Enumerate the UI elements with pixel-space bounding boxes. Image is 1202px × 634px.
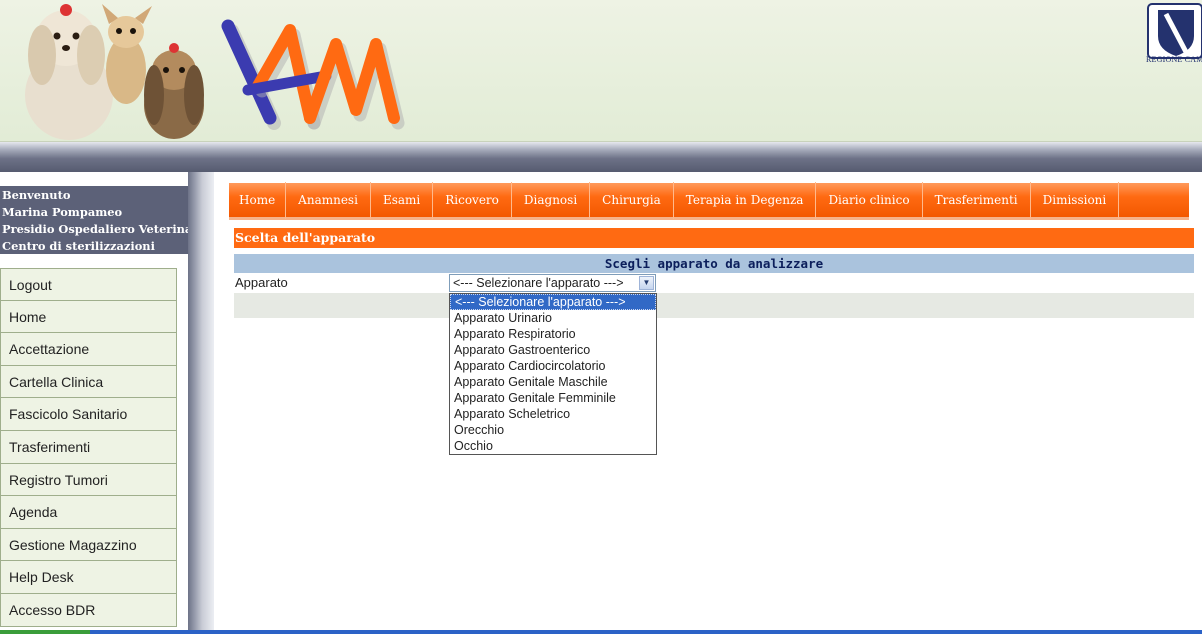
chevron-down-icon[interactable]: ▼ (639, 276, 654, 290)
tab-chirurgia[interactable]: Chirurgia (590, 181, 674, 219)
sidebar-item-gestione-magazzino[interactable]: Gestione Magazzino (0, 528, 177, 562)
tab-anamnesi[interactable]: Anamnesi (286, 181, 371, 219)
main-tab-bar: Home Anamnesi Esami Ricovero Diagnosi Ch… (229, 181, 1189, 220)
sidebar-item-accesso-bdr[interactable]: Accesso BDR (0, 593, 177, 627)
form-row-apparato: Apparato <--- Selezionare l'apparato ---… (234, 273, 1194, 293)
sidebar-item-accettazione[interactable]: Accettazione (0, 333, 177, 366)
option-selezionare[interactable]: <--- Selezionare l'apparato ---> (450, 294, 656, 310)
sidebar-item-home[interactable]: Home (0, 300, 177, 334)
sidebar-item-logout[interactable]: Logout (0, 268, 177, 301)
tab-diario-clinico[interactable]: Diario clinico (816, 181, 923, 219)
sidebar-divider (188, 172, 214, 634)
dogs-photo (25, 4, 204, 140)
tab-dimissioni[interactable]: Dimissioni (1031, 181, 1120, 219)
tab-home[interactable]: Home (229, 181, 287, 219)
welcome-box: Benvenuto Marina Pompameo Presidio Osped… (0, 186, 188, 254)
option-orecchio[interactable]: Orecchio (450, 422, 656, 438)
region-logo-text: REGIONE CAMPANIA (1146, 55, 1202, 64)
option-apparato-genitale-maschile[interactable]: Apparato Genitale Maschile (450, 374, 656, 390)
option-apparato-respiratorio[interactable]: Apparato Respiratorio (450, 326, 656, 342)
tab-ricovero[interactable]: Ricovero (433, 181, 512, 219)
app-header: REGIONE CAMPANIA (0, 0, 1202, 142)
tab-terapia-in-degenza[interactable]: Terapia in Degenza (674, 181, 817, 219)
tab-trasferimenti[interactable]: Trasferimenti (923, 181, 1031, 219)
sidebar-menu: Logout Home Accettazione Cartella Clinic… (0, 268, 177, 627)
taskbar-edge (90, 630, 1202, 634)
tab-diagnosi[interactable]: Diagnosi (512, 181, 591, 219)
sidebar-item-registro-tumori[interactable]: Registro Tumori (0, 463, 177, 497)
apparato-select-value: <--- Selezionare l'apparato ---> (453, 276, 624, 290)
apparato-select[interactable]: <--- Selezionare l'apparato ---> ▼ (449, 274, 656, 292)
option-occhio[interactable]: Occhio (450, 438, 656, 454)
option-apparato-genitale-femminile[interactable]: Apparato Genitale Femminile (450, 390, 656, 406)
sidebar-item-trasferimenti[interactable]: Trasferimenti (0, 430, 177, 464)
sidebar-item-fascicolo-sanitario[interactable]: Fascicolo Sanitario (0, 398, 177, 431)
apparato-dropdown-list: <--- Selezionare l'apparato ---> Apparat… (449, 293, 657, 455)
section-title: Scelta dell'apparato (234, 228, 1194, 248)
option-apparato-cardiocircolatorio[interactable]: Apparato Cardiocircolatorio (450, 358, 656, 374)
sidebar-item-agenda[interactable]: Agenda (0, 496, 177, 529)
user-name: Marina Pompameo (2, 205, 123, 219)
form-header: Scegli apparato da analizzare (234, 254, 1194, 273)
facility-name: Presidio Ospedaliero Veterinario (2, 222, 188, 236)
sidebar-strip (0, 172, 188, 186)
tab-esami[interactable]: Esami (371, 181, 434, 219)
welcome-greeting: Benvenuto (2, 188, 71, 202)
department-name: Centro di sterilizzazioni (2, 239, 155, 253)
option-apparato-urinario[interactable]: Apparato Urinario (450, 310, 656, 326)
vam-logo (221, 19, 405, 130)
taskbar-start-edge (0, 630, 90, 634)
form-footer-row (234, 293, 1194, 318)
option-apparato-scheletrico[interactable]: Apparato Scheletrico (450, 406, 656, 422)
sidebar-item-help-desk[interactable]: Help Desk (0, 561, 177, 594)
top-bar (0, 142, 1202, 172)
option-apparato-gastroenterico[interactable]: Apparato Gastroenterico (450, 342, 656, 358)
apparato-label: Apparato (235, 275, 288, 290)
sidebar-item-cartella-clinica[interactable]: Cartella Clinica (0, 365, 177, 399)
